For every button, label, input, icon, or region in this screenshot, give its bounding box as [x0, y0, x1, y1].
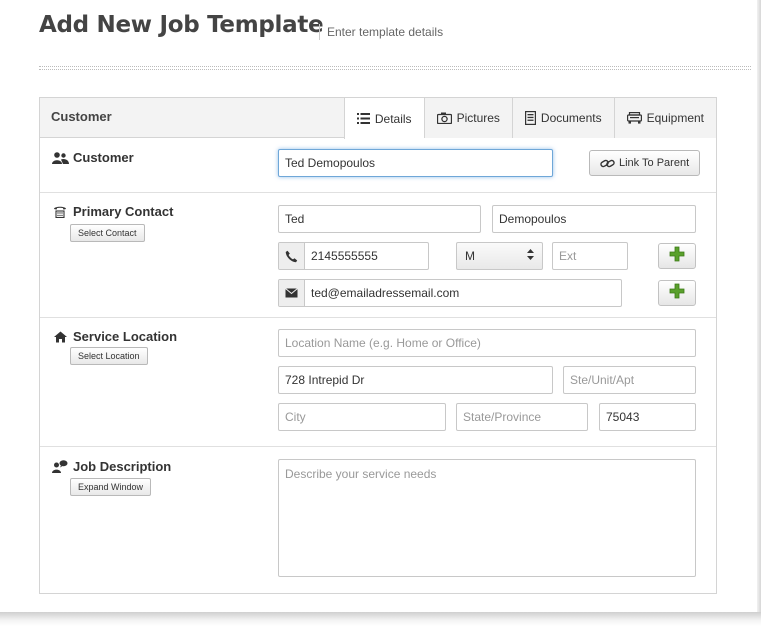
job-template-panel: Customer Details Pictures Documents Equi… — [39, 97, 717, 594]
city-input[interactable]: City — [278, 403, 446, 431]
job-description-section: Job Description Expand Window Describe y… — [40, 447, 716, 593]
tab-pictures-label: Pictures — [456, 111, 500, 125]
tab-pictures[interactable]: Pictures — [423, 98, 512, 138]
unit-input[interactable]: Ste/Unit/Apt — [563, 366, 696, 394]
zip-input[interactable]: 75043 — [599, 403, 696, 431]
state-placeholder: State/Province — [463, 410, 542, 424]
address-input[interactable]: 728 Intrepid Dr — [278, 366, 553, 394]
contact-phone-input[interactable]: 2145555555 — [278, 242, 429, 270]
contact-first-name-value: Ted — [285, 212, 305, 226]
page-shadow-bottom — [0, 612, 761, 626]
tab-equipment[interactable]: Equipment — [613, 98, 716, 138]
page-subtitle: Enter template details — [319, 24, 443, 40]
customer-section: Customer Ted Demopoulos Link To Parent — [40, 139, 716, 193]
list-icon — [356, 113, 370, 124]
link-to-parent-button[interactable]: Link To Parent — [589, 150, 701, 176]
link-to-parent-label: Link To Parent — [619, 157, 690, 169]
page-shadow-right — [757, 0, 761, 612]
comment-user-icon — [51, 460, 69, 473]
tab-details[interactable]: Details — [343, 98, 424, 139]
header-divider — [39, 66, 751, 70]
tab-details-label: Details — [374, 111, 412, 126]
job-description-label-text: Job Description — [73, 459, 172, 474]
phone-icon — [51, 205, 69, 218]
job-description-placeholder: Describe your service needs — [285, 467, 437, 481]
contact-phone-value: 2145555555 — [311, 249, 378, 263]
add-phone-button[interactable] — [658, 243, 696, 269]
camera-icon — [436, 112, 452, 124]
customer-name-input[interactable]: Ted Demopoulos — [278, 149, 553, 177]
users-icon — [51, 151, 69, 164]
contact-first-name-input[interactable]: Ted — [278, 205, 481, 233]
document-icon — [524, 111, 536, 125]
service-location-label: Service Location — [51, 329, 177, 344]
equipment-icon — [626, 112, 642, 124]
add-email-button[interactable] — [658, 280, 696, 306]
contact-email-value: ted@emailadressemail.com — [311, 286, 460, 300]
select-contact-button[interactable]: Select Contact — [70, 224, 145, 242]
address-value: 728 Intrepid Dr — [285, 373, 365, 387]
customer-label-text: Customer — [73, 150, 134, 165]
phone-type-value: M — [465, 249, 475, 263]
page-title: Add New Job Template — [39, 12, 324, 38]
contact-last-name-input[interactable]: Demopoulos — [492, 205, 696, 233]
envelope-icon — [279, 280, 305, 306]
contact-email-input[interactable]: ted@emailadressemail.com — [278, 279, 622, 307]
home-icon — [51, 331, 69, 343]
job-description-textarea[interactable]: Describe your service needs — [278, 459, 696, 577]
location-name-placeholder: Location Name (e.g. Home or Office) — [285, 336, 481, 350]
contact-last-name-value: Demopoulos — [499, 212, 567, 226]
tab-documents-label: Documents — [540, 111, 602, 125]
select-arrows-icon — [527, 249, 534, 263]
state-input[interactable]: State/Province — [456, 403, 588, 431]
phone-handset-icon — [279, 243, 305, 269]
panel-title: Customer — [51, 109, 112, 124]
service-location-section: Service Location Select Location Locatio… — [40, 318, 716, 447]
primary-contact-section: Primary Contact Select Contact Ted Demop… — [40, 193, 716, 318]
primary-contact-label: Primary Contact — [51, 204, 173, 219]
unit-placeholder: Ste/Unit/Apt — [570, 373, 635, 387]
customer-label: Customer — [51, 150, 134, 165]
location-name-input[interactable]: Location Name (e.g. Home or Office) — [278, 329, 696, 357]
panel-header: Customer Details Pictures Documents Equi… — [40, 98, 716, 139]
tab-equipment-label: Equipment — [646, 111, 704, 125]
plus-icon — [669, 246, 685, 267]
phone-type-select[interactable]: M — [456, 242, 543, 270]
zip-value: 75043 — [606, 410, 640, 424]
plus-icon — [669, 283, 685, 304]
tab-documents[interactable]: Documents — [511, 98, 614, 138]
customer-name-value: Ted Demopoulos — [285, 156, 376, 170]
job-description-label: Job Description — [51, 459, 171, 474]
page-header: Add New Job Template Enter template deta… — [39, 12, 751, 70]
phone-ext-placeholder: Ext — [559, 249, 577, 263]
service-location-label-text: Service Location — [73, 329, 178, 344]
phone-ext-input[interactable]: Ext — [552, 242, 628, 270]
expand-window-button[interactable]: Expand Window — [70, 478, 152, 496]
primary-contact-label-text: Primary Contact — [73, 204, 174, 219]
link-icon — [600, 158, 615, 169]
select-location-button[interactable]: Select Location — [70, 347, 148, 365]
city-placeholder: City — [285, 410, 306, 424]
panel-tabs: Details Pictures Documents Equipment — [343, 98, 716, 139]
